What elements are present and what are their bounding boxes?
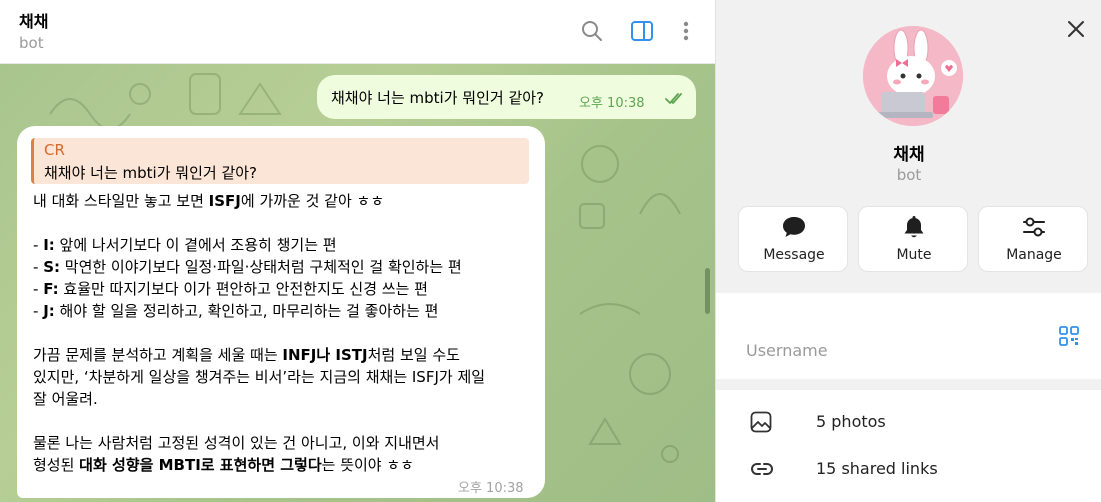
username-label: Username xyxy=(746,341,828,360)
avatar[interactable] xyxy=(863,26,963,126)
message-time: 오후 10:38 xyxy=(579,96,645,111)
message-line: - S: 막연한 이야기보다 일정·파일·상태처럼 구체적인 걸 확인하는 편 xyxy=(33,258,462,276)
message-button-label: Message xyxy=(763,247,825,263)
message-line: - F: 효율만 따지기보다 이가 편안하고 안전한지도 신경 쓰는 편 xyxy=(33,280,428,298)
photos-count: 5 photos xyxy=(816,412,886,431)
photos-row[interactable]: 5 photos xyxy=(716,400,1101,444)
mute-button-label: Mute xyxy=(896,247,932,263)
message-text: 채채야 너는 mbti가 뭐인거 같아? xyxy=(331,89,545,107)
message-line: 형성된 대화 성향을 MBTI로 표현하면 그렇다는 뜻이야 ㅎㅎ xyxy=(33,456,414,474)
more-menu-icon[interactable] xyxy=(673,18,699,44)
sliders-icon xyxy=(1023,217,1045,237)
message-line: 가끔 문제를 분석하고 계획을 세울 때는 INFJ나 ISTJ처럼 보일 수도 xyxy=(33,346,460,364)
chat-title[interactable]: 채채 xyxy=(19,8,48,32)
bell-icon xyxy=(904,216,924,238)
chat-pane: 채채 bot 채채야 너는 mbti가 뭐인거 같아? 오후 10:38 CR … xyxy=(0,0,715,502)
photo-icon xyxy=(750,411,772,433)
message-line: - J: 해야 할 일을 정리하고, 확인하고, 마무리하는 걸 좋아하는 편 xyxy=(33,302,439,320)
chat-header: 채채 bot xyxy=(0,0,715,64)
reply-quote[interactable]: CR 채채야 너는 mbti가 뭐인거 같아? xyxy=(31,138,529,184)
chat-bubble-icon xyxy=(783,217,805,237)
doodle-pattern xyxy=(579,145,681,229)
message-time: 오후 10:38 xyxy=(458,481,524,496)
profile-name: 채채 xyxy=(893,145,925,165)
message-line: 내 대화 스타일만 놓고 보면 ISFJ에 가까운 것 같아 ㅎㅎ xyxy=(33,192,385,210)
sidebar-toggle-icon[interactable] xyxy=(629,18,655,44)
message-line: 물론 나는 사람처럼 고정된 성격이 있는 건 아니고, 이와 지내면서 xyxy=(33,434,440,452)
message-line: 있지만, ‘차분하게 일상을 챙겨주는 비서’라는 지금의 채채는 ISFJ가 … xyxy=(33,368,486,386)
link-icon xyxy=(751,463,773,475)
shared-media-section: 5 photos 15 shared links xyxy=(716,390,1101,502)
message-line: 잘 어울려. xyxy=(33,390,98,408)
profile-panel: 채채 bot Message Mute Manage Username 5 ph… xyxy=(715,0,1101,502)
links-row[interactable]: 15 shared links xyxy=(716,447,1101,491)
doodle-pattern xyxy=(49,83,151,130)
bunny-avatar-icon xyxy=(863,26,963,126)
manage-button[interactable]: Manage xyxy=(978,206,1088,272)
read-checkmarks-icon xyxy=(665,93,682,104)
mute-button[interactable]: Mute xyxy=(858,206,968,272)
doodle-pattern xyxy=(579,303,679,463)
profile-status: bot xyxy=(896,166,922,184)
message-line: - I: 앞에 나서기보다 이 곁에서 조용히 챙기는 편 xyxy=(33,236,337,254)
links-count: 15 shared links xyxy=(816,459,938,478)
qr-code-icon[interactable] xyxy=(1059,326,1079,346)
username-section[interactable]: Username xyxy=(716,293,1101,379)
incoming-message[interactable]: CR 채채야 너는 mbti가 뭐인거 같아? 내 대화 스타일만 놓고 보면 … xyxy=(17,126,545,498)
doodle-pattern xyxy=(189,73,282,115)
reply-text: 채채야 너는 mbti가 뭐인거 같아? xyxy=(44,164,258,182)
close-icon[interactable] xyxy=(1065,18,1087,40)
reply-author: CR xyxy=(44,141,65,159)
message-button[interactable]: Message xyxy=(738,206,848,272)
outgoing-message[interactable]: 채채야 너는 mbti가 뭐인거 같아? 오후 10:38 xyxy=(317,75,696,119)
chat-status: bot xyxy=(19,34,44,52)
search-icon[interactable] xyxy=(579,18,605,44)
chat-scrollbar[interactable] xyxy=(705,268,710,314)
manage-button-label: Manage xyxy=(1006,247,1062,263)
